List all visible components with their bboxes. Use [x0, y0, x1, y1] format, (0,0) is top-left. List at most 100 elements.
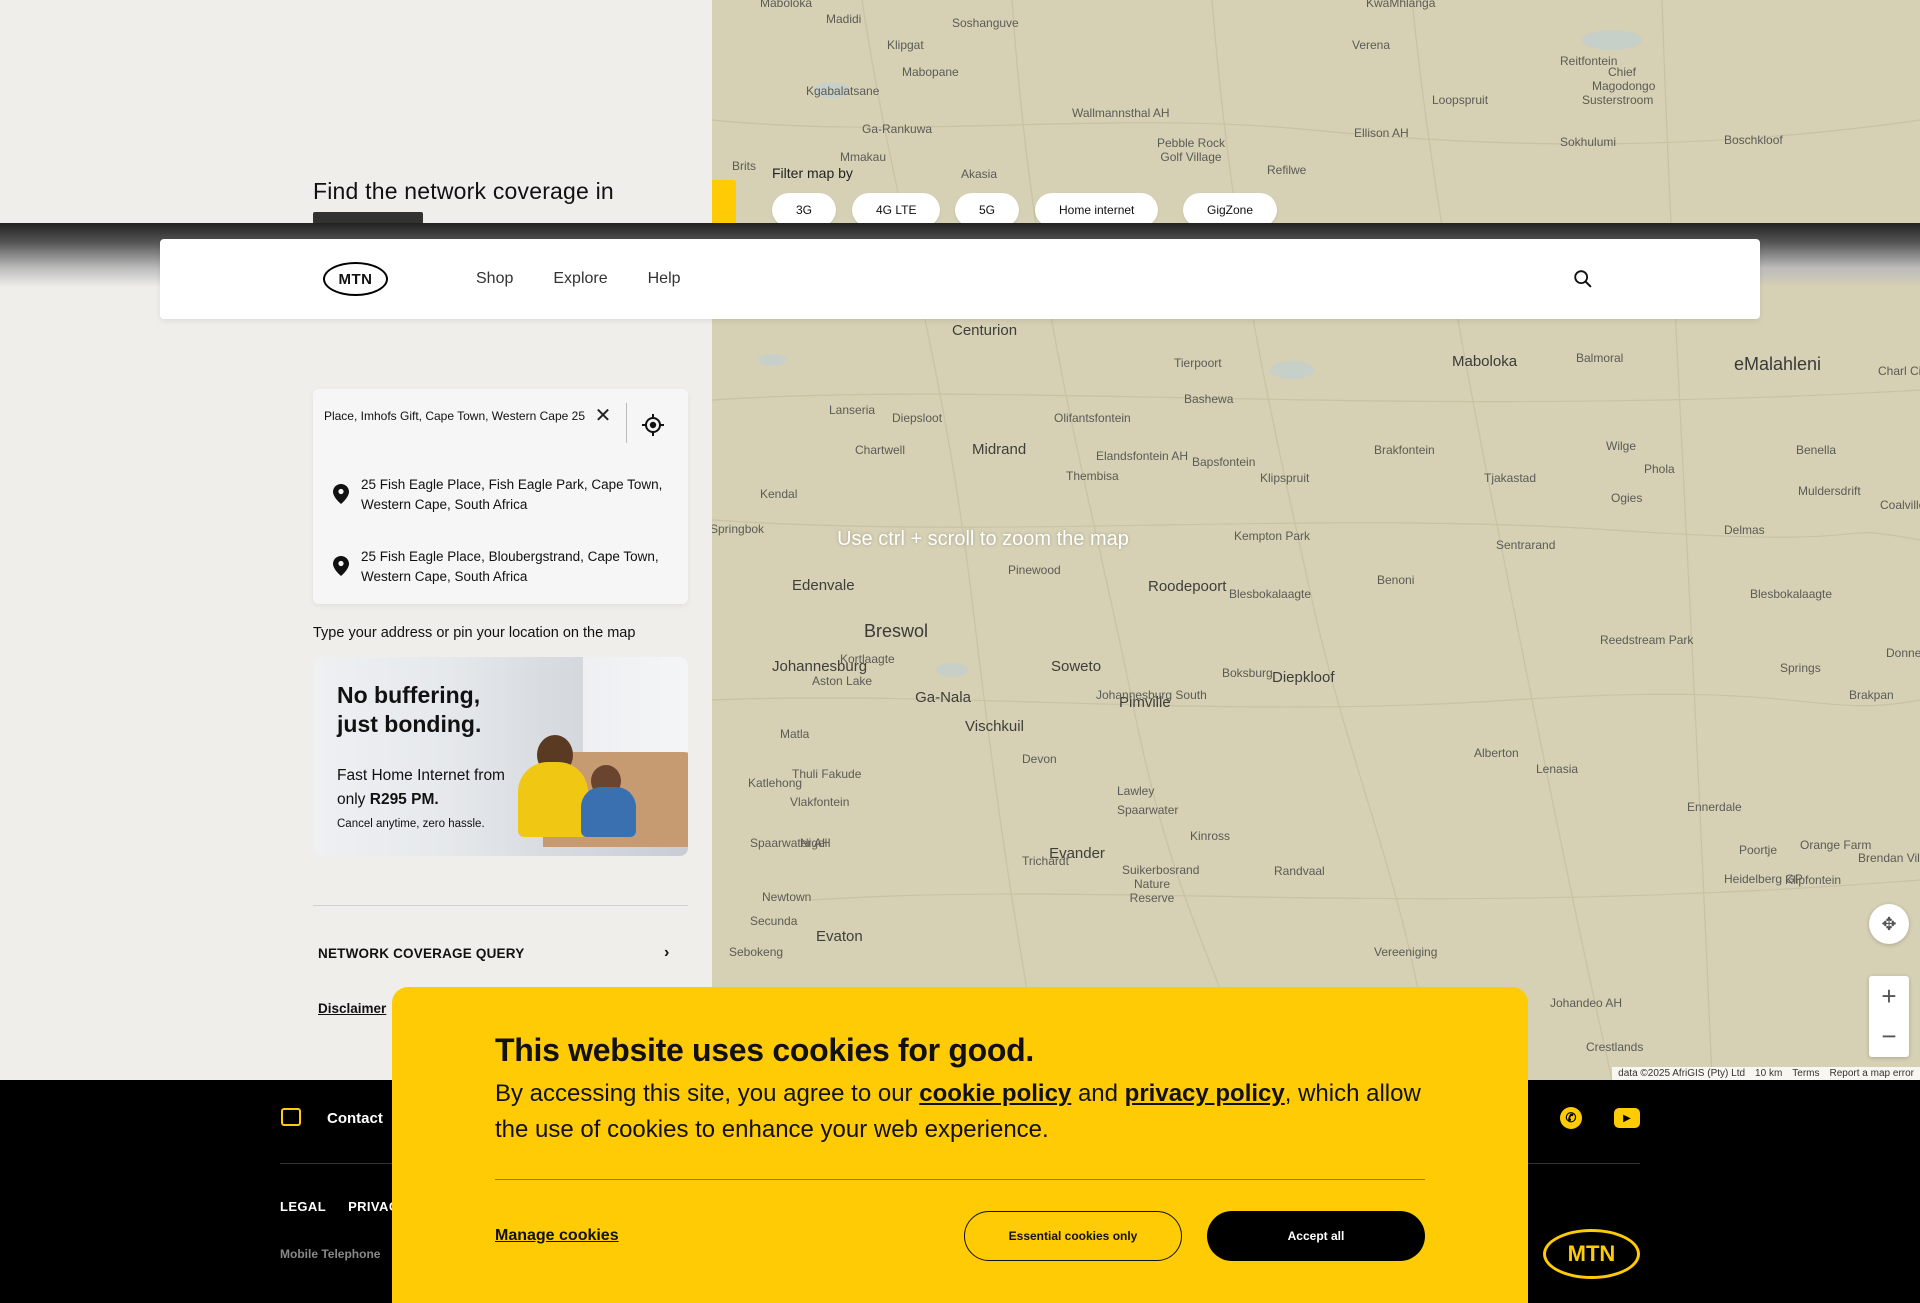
- map-label: Tierpoort: [1174, 356, 1222, 370]
- map-label: Brakfontein: [1374, 443, 1435, 457]
- promo-small-print: Cancel anytime, zero hassle.: [337, 818, 485, 830]
- filter-chip-4g-lte[interactable]: 4G LTE: [852, 193, 941, 227]
- map-label: Wilge: [1606, 439, 1637, 453]
- report-map-error-link[interactable]: Report a map error: [1830, 1068, 1914, 1079]
- filter-chip-3g[interactable]: 3G: [772, 193, 837, 227]
- map-label: Brendan Village: [1858, 851, 1920, 865]
- map-copyright: data ©2025 AfriGIS (Pty) Ltd: [1618, 1068, 1746, 1079]
- map-label: Boksburg: [1222, 666, 1273, 680]
- map-attribution: data ©2025 AfriGIS (Pty) Ltd 10 km Terms…: [1612, 1067, 1920, 1080]
- mtn-logo[interactable]: MTN: [323, 262, 388, 296]
- accept-all-button[interactable]: Accept all: [1207, 1211, 1425, 1261]
- map-label: Balmoral: [1576, 351, 1624, 365]
- map-label: Olifantsfontein: [1054, 411, 1131, 425]
- map-zoom-hint: Use ctrl + scroll to zoom the map: [837, 528, 1129, 550]
- promo-child: [581, 787, 636, 837]
- locate-me-icon[interactable]: [641, 413, 665, 437]
- zoom-in-button[interactable]: +: [1881, 977, 1896, 1017]
- map-label: Springs: [1780, 661, 1821, 675]
- cookie-policy-link[interactable]: cookie policy: [919, 1080, 1071, 1107]
- manage-cookies-link[interactable]: Manage cookies: [495, 1227, 619, 1245]
- map-label: Roodepoort: [1148, 578, 1227, 595]
- map-label: Nigel: [800, 836, 828, 850]
- map-label: Phola: [1644, 462, 1675, 476]
- map-label: Midrand: [972, 441, 1027, 458]
- map-label: Randvaal: [1274, 864, 1325, 878]
- map-label: Thuli Fakude: [792, 767, 862, 781]
- cookie-body: By accessing this site, you agree to our…: [495, 1076, 1435, 1148]
- cookie-body-text: and: [1071, 1080, 1125, 1107]
- network-coverage-query-link[interactable]: NETWORK COVERAGE QUERY: [318, 946, 524, 961]
- map-label: Diepkloof: [1272, 669, 1335, 686]
- filter-chip-5g[interactable]: 5G: [955, 193, 1020, 227]
- promo-offer-line1: Fast Home Internet from: [337, 767, 505, 784]
- map-label: Akasia: [961, 167, 998, 181]
- page-title: Find the network coverage in: [313, 178, 614, 204]
- privacy-policy-link[interactable]: privacy policy: [1125, 1080, 1285, 1107]
- map-label: Blesbokalaagte: [1229, 587, 1312, 601]
- map-label: Wallmannsthal AH: [1072, 106, 1170, 120]
- disclaimer-link[interactable]: Disclaimer: [318, 1001, 386, 1016]
- map-label: Suikerbosrand Nature Reserve: [1122, 863, 1200, 905]
- map-pin-icon: [333, 484, 349, 504]
- address-search-card: 25 Fish Eagle Place, Imhofs Gift, Cape T…: [313, 389, 688, 604]
- chevron-right-icon[interactable]: ›: [664, 944, 669, 962]
- map-label: Lawley: [1117, 784, 1155, 798]
- map-label: Breswol: [864, 621, 929, 641]
- search-icon[interactable]: [1572, 268, 1594, 290]
- map-terms-link[interactable]: Terms: [1792, 1068, 1819, 1079]
- promo-banner[interactable]: No buffering, just bonding. Fast Home Int…: [313, 657, 688, 856]
- filter-chip-home-internet[interactable]: Home internet: [1035, 193, 1159, 227]
- map-label: Donnelly: [1886, 646, 1920, 660]
- map-label: Madidi: [826, 12, 862, 26]
- map-label: Ga-Nala: [915, 689, 971, 706]
- map-label: Chartwell: [855, 443, 906, 457]
- nav-shop[interactable]: Shop: [476, 270, 513, 288]
- promo-offer-prefix: only: [337, 791, 370, 808]
- map-rotate-control[interactable]: ✥: [1869, 904, 1909, 944]
- map-label: Vereeniging: [1374, 945, 1438, 959]
- map-pin-icon: [333, 556, 349, 576]
- map-label: Charl Cilliers: [1878, 364, 1920, 378]
- map-label: Bashewa: [1184, 392, 1234, 406]
- suggestion-text: 25 Fish Eagle Place, Fish Eagle Park, Ca…: [361, 477, 663, 512]
- map-label: Susterstroom: [1582, 93, 1654, 107]
- map-label: Kempton Park: [1234, 529, 1311, 543]
- address-suggestion[interactable]: 25 Fish Eagle Place, Bloubergstrand, Cap…: [333, 547, 673, 587]
- map-label: Kgabalatsane: [806, 84, 880, 98]
- essential-cookies-button[interactable]: Essential cookies only: [964, 1211, 1182, 1261]
- map-label: Soshanguve: [952, 16, 1019, 30]
- map-label: Alberton: [1474, 746, 1519, 760]
- nav-help[interactable]: Help: [648, 270, 681, 288]
- address-search-input[interactable]: 25 Fish Eagle Place, Imhofs Gift, Cape T…: [325, 409, 585, 423]
- map-label: Vlakfontein: [790, 795, 850, 809]
- filter-chip-gigzone[interactable]: GigZone: [1183, 193, 1278, 227]
- coverage-map[interactable]: Maboloka Madidi Soshanguve KwaMhlanga Kl…: [712, 0, 1920, 1080]
- footer-legal-links: LEGAL PRIVAC: [280, 1199, 399, 1214]
- map-label: Blesbokalaagte: [1750, 587, 1833, 601]
- map-label: Chief Magodongo: [1592, 65, 1656, 93]
- map-label: Orange Farm: [1800, 838, 1872, 852]
- map-label: Ga-Rankuwa: [862, 122, 933, 136]
- whatsapp-icon[interactable]: ✆: [1560, 1107, 1582, 1129]
- map-label: Crestlands: [1586, 1040, 1644, 1054]
- map-zoom-controls: + −: [1869, 976, 1909, 1057]
- map-label: Maboloka: [1452, 353, 1518, 370]
- map-label: Muldersdrift: [1798, 484, 1861, 498]
- footer-legal-link[interactable]: LEGAL: [280, 1199, 326, 1214]
- cookie-title: This website uses cookies for good.: [495, 1032, 1034, 1068]
- map-label: Soweto: [1051, 658, 1102, 675]
- promo-headline: No buffering, just bonding.: [337, 681, 481, 739]
- site-header: MTN Shop Explore Help: [160, 239, 1760, 319]
- map-label: Sokhulumi: [1560, 135, 1617, 149]
- youtube-icon[interactable]: ▶: [1614, 1108, 1640, 1128]
- address-suggestion[interactable]: 25 Fish Eagle Place, Fish Eagle Park, Ca…: [333, 475, 673, 515]
- nav-explore[interactable]: Explore: [553, 270, 607, 288]
- search-divider: [626, 403, 627, 443]
- footer-contact-link[interactable]: Contact: [327, 1110, 383, 1127]
- clear-search-icon[interactable]: ✕: [591, 403, 615, 427]
- zoom-out-button[interactable]: −: [1881, 1017, 1896, 1057]
- cookie-body-text: By accessing this site, you agree to our: [495, 1080, 920, 1107]
- footer-copyright: Mobile Telephone: [280, 1247, 381, 1261]
- map-label: Lanseria: [829, 403, 876, 417]
